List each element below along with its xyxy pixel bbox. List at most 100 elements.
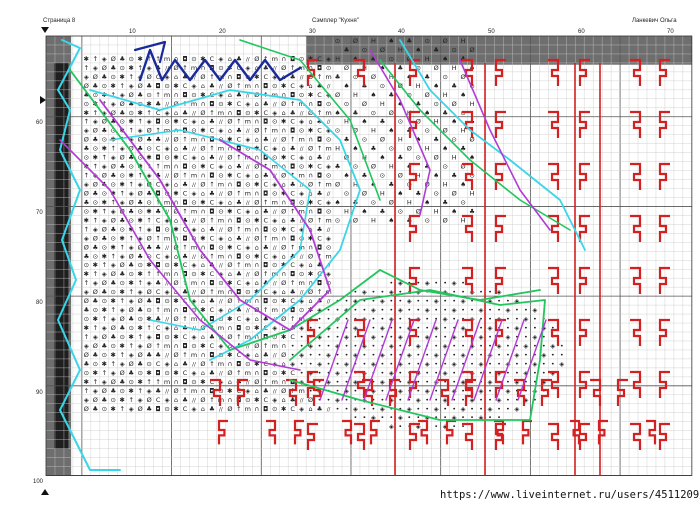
chart-symbol: ⊙ <box>326 207 331 215</box>
chart-symbol: ↑ <box>317 73 322 81</box>
chart-symbol: ♠ <box>379 154 385 162</box>
chart-symbol: ◘ <box>263 189 268 197</box>
chart-symbol: H <box>425 145 430 153</box>
chart-symbol: Ø <box>93 288 98 296</box>
chart-symbol: C <box>237 172 242 180</box>
chart-symbol: ✱ <box>111 351 116 359</box>
chart-symbol: ↑ <box>84 333 89 341</box>
chart-symbol: • <box>345 351 349 359</box>
chart-symbol: ◈ <box>102 216 107 224</box>
chart-symbol: • <box>425 396 429 404</box>
chart-symbol: // <box>300 111 304 117</box>
chart-symbol: ♣ <box>119 378 125 386</box>
chart-symbol: ◈ <box>326 351 331 359</box>
chart-symbol: ◈ <box>389 342 394 350</box>
chart-symbol: • <box>461 279 465 287</box>
chart-symbol: • <box>434 369 438 377</box>
chart-symbol: ◈ <box>452 306 457 314</box>
chart-symbol: ♣ <box>433 136 439 144</box>
chart-symbol: ⊙ <box>218 64 223 72</box>
chart-symbol: ✱ <box>281 405 286 413</box>
chart-symbol: ◈ <box>461 405 466 413</box>
chart-symbol: ♣ <box>155 100 161 108</box>
chart-symbol: ◘ <box>156 225 161 233</box>
chart-symbol: ↑ <box>155 378 160 386</box>
chart-symbol: ◈ <box>129 243 134 251</box>
chart-symbol: ◘ <box>182 163 187 171</box>
chart-symbol: ♣ <box>344 46 350 54</box>
chart-symbol: Ø <box>227 297 232 305</box>
chart-symbol: Ø <box>138 351 143 359</box>
chart-symbol: • <box>389 297 393 305</box>
chart-symbol: ⊙ <box>424 37 429 45</box>
chart-symbol: ⌂ <box>228 378 232 386</box>
chart-symbol: • <box>345 369 349 377</box>
chart-symbol: ♣ <box>119 270 125 278</box>
chart-symbol: • <box>389 306 393 314</box>
chart-symbol: C <box>183 405 188 413</box>
chart-symbol: • <box>300 360 304 368</box>
chart-symbol: ↑ <box>155 163 160 171</box>
chart-symbol: ◈ <box>479 387 484 395</box>
chart-symbol: • <box>524 351 528 359</box>
chart-symbol: Ø <box>254 342 259 350</box>
chart-symbol: ♣ <box>433 46 439 54</box>
chart-symbol: • <box>309 360 313 368</box>
chart-symbol: Ø <box>111 163 116 171</box>
chart-symbol: ⌂ <box>282 109 286 117</box>
chart-symbol: ◈ <box>129 297 134 305</box>
chart-symbol: ⊙ <box>164 297 169 305</box>
chart-symbol: ♣ <box>362 172 368 180</box>
chart-symbol: • <box>443 279 447 287</box>
chart-symbol: ♠ <box>370 91 376 99</box>
chart-symbol: ♣ <box>92 405 98 413</box>
chart-symbol: • <box>425 297 429 305</box>
chart-symbol: • <box>434 423 438 431</box>
chart-symbol: ✱ <box>227 172 232 180</box>
chart-symbol: • <box>506 324 510 332</box>
chart-symbol: • <box>470 360 474 368</box>
chart-symbol: ◈ <box>138 181 143 189</box>
chart-symbol: ⊙ <box>326 100 331 108</box>
chart-symbol: // <box>327 227 331 233</box>
chart-symbol: ⊙ <box>218 172 223 180</box>
chart-symbol: ◈ <box>550 342 555 350</box>
chart-symbol: ◈ <box>317 360 322 368</box>
chart-symbol: • <box>461 333 465 341</box>
chart-symbol: ⌂ <box>201 297 205 305</box>
chart-symbol: ◈ <box>102 324 107 332</box>
chart-symbol: Ø <box>111 55 116 63</box>
chart-symbol: ◈ <box>84 234 89 242</box>
chart-symbol: ♣ <box>101 342 107 350</box>
chart-symbol: ◈ <box>272 216 277 224</box>
chart-symbol: • <box>300 333 304 341</box>
chart-symbol: ◘ <box>182 55 187 63</box>
chart-symbol: // <box>273 209 277 215</box>
chart-symbol: ♠ <box>397 189 403 197</box>
chart-symbol: ∩ <box>228 73 233 81</box>
chart-symbol: ♣ <box>146 351 152 359</box>
chart-symbol: • <box>470 306 474 314</box>
chart-symbol: H <box>416 82 421 90</box>
chart-symbol: ∩ <box>174 306 179 314</box>
chart-symbol: ♣ <box>110 225 116 233</box>
chart-symbol: • <box>479 288 483 296</box>
chart-symbol: ◈ <box>93 333 98 341</box>
chart-symbol: ⊙ <box>93 252 98 260</box>
chart-symbol: ✱ <box>281 297 286 305</box>
chart-symbol: ♣ <box>92 189 98 197</box>
chart-symbol: Ø <box>111 378 116 386</box>
chart-symbol: Ø <box>254 198 259 206</box>
chart-symbol: ↑ <box>102 154 107 162</box>
chart-symbol: ♣ <box>236 234 242 242</box>
chart-symbol: Ø <box>111 324 116 332</box>
chart-symbol: ⊙ <box>102 82 107 90</box>
chart-symbol: ↑ <box>128 181 133 189</box>
chart-symbol: • <box>524 333 528 341</box>
chart-symbol: • <box>371 288 375 296</box>
chart-symbol: ♣ <box>182 396 188 404</box>
chart-symbol: Ø <box>174 351 179 359</box>
chart-symbol: • <box>425 315 429 323</box>
chart-symbol: ◈ <box>192 405 197 413</box>
chart-symbol: ◈ <box>218 306 223 314</box>
